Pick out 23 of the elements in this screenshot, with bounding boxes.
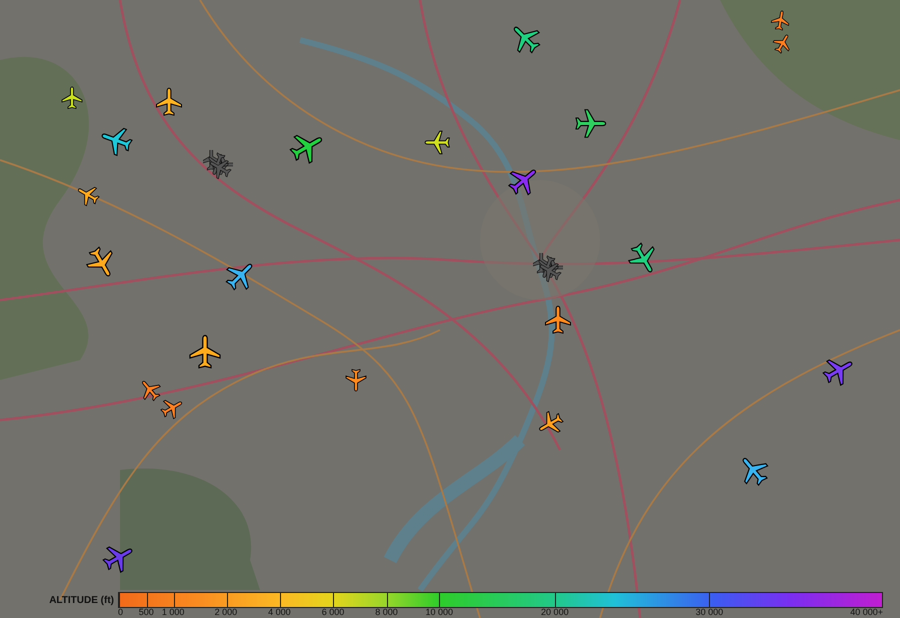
aircraft-icon[interactable] [772, 32, 792, 54]
parked-aircraft-icon[interactable] [533, 253, 563, 283]
tick-label: 40 000+ [850, 607, 883, 617]
aircraft-icon[interactable] [344, 368, 368, 392]
tick-label: 30 000 [696, 607, 724, 617]
aircraft-icon[interactable] [60, 86, 84, 110]
tick-label: 2 000 [214, 607, 238, 617]
aircraft-icon[interactable] [187, 334, 223, 370]
tick-label: 8 000 [375, 607, 398, 617]
aircraft-icon[interactable] [543, 305, 573, 335]
tick-label: 4 000 [268, 607, 291, 617]
aircraft-icon[interactable] [424, 128, 450, 156]
tick-label: 20 000 [541, 607, 569, 617]
legend-title: ALTITUDE (ft) [48, 595, 115, 606]
aircraft-icon[interactable] [770, 10, 790, 30]
aircraft-icon[interactable] [574, 106, 606, 140]
tick-label: 6 000 [322, 607, 344, 617]
parked-aircraft-icon[interactable] [203, 150, 233, 180]
tick-label: 10 000 [426, 607, 454, 617]
tick-label: 1 000 [162, 607, 184, 617]
aircraft-icon[interactable] [154, 87, 184, 117]
tick-label: 500 [138, 607, 154, 617]
tick-label: 0 [118, 607, 124, 617]
